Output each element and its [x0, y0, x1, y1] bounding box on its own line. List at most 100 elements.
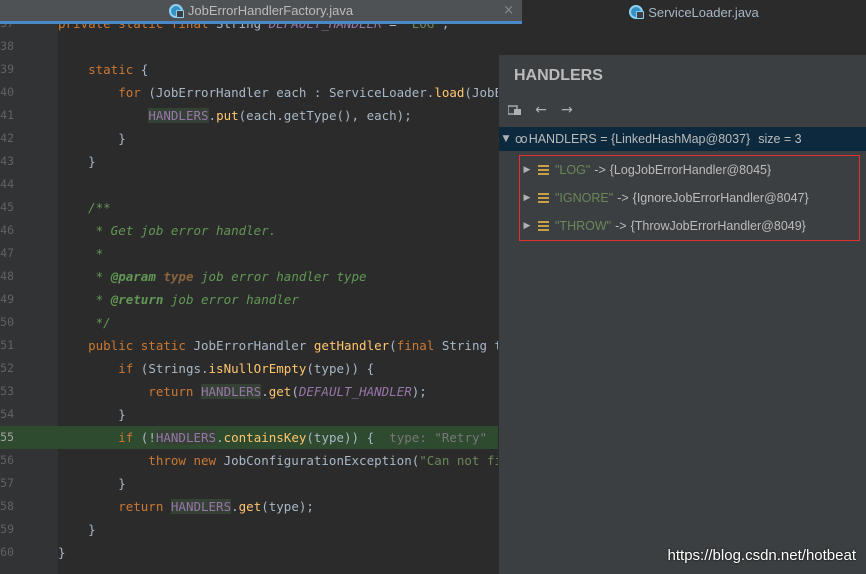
code-text: HANDLERS.put(each.getType(), each); — [58, 104, 412, 127]
line-number[interactable]: 50 — [0, 311, 14, 334]
code-token: (each.getType(), each); — [238, 108, 412, 123]
code-token: DEFAULT_HANDLER — [298, 384, 412, 399]
line-number[interactable]: 58 — [0, 495, 14, 518]
tab-label: JobErrorHandlerFactory.java — [187, 3, 354, 18]
java-class-icon — [629, 5, 645, 19]
code-line[interactable]: 37 private static final String DEFAULT_HA… — [0, 24, 498, 35]
code-line[interactable]: 41 HANDLERS.put(each.getType(), each); — [0, 104, 498, 127]
code-line[interactable]: 50 */ — [0, 311, 498, 334]
code-token: public static — [58, 338, 194, 353]
code-token: String type) — [441, 338, 498, 353]
collapsed-arrow-icon[interactable]: ▶ — [520, 165, 534, 175]
map-entry[interactable]: ▶ "IGNORE" -> {IgnoreJobErrorHandler@8047} — [520, 184, 861, 212]
line-number[interactable]: 45 — [0, 196, 14, 219]
line-number[interactable]: 42 — [0, 127, 14, 150]
line-number[interactable]: 60 — [0, 541, 14, 564]
entry-value: {IgnoreJobErrorHandler@8047} — [632, 191, 809, 205]
forward-arrow-icon[interactable]: → — [559, 102, 575, 118]
code-line[interactable]: 44 — [0, 173, 498, 196]
code-token: * — [58, 292, 111, 307]
line-number[interactable]: 40 — [0, 81, 14, 104]
collapsed-arrow-icon[interactable]: ▶ — [520, 221, 534, 231]
tab-serviceloader[interactable]: ServiceLoader.java — [522, 0, 866, 24]
code-line[interactable]: 43 } — [0, 150, 498, 173]
line-number[interactable]: 53 — [0, 380, 14, 403]
code-token: (JobErrorH — [464, 85, 498, 100]
map-entry[interactable]: ▶ "THROW" -> {ThrowJobErrorHandler@8049} — [520, 212, 861, 240]
map-entry[interactable]: ▶ "LOG" -> {LogJobErrorHandler@8045} — [520, 156, 861, 184]
line-number[interactable]: 44 — [0, 173, 14, 196]
line-number[interactable]: 51 — [0, 334, 14, 357]
expanded-arrow-icon[interactable]: ▼ — [499, 134, 513, 144]
code-line[interactable]: 48 * @param type job error handler type — [0, 265, 498, 288]
collapsed-arrow-icon[interactable]: ▶ — [520, 193, 534, 203]
code-line[interactable]: 58 return HANDLERS.get(type); — [0, 495, 498, 518]
code-line[interactable]: 42 } — [0, 127, 498, 150]
code-line[interactable]: 55 if (!HANDLERS.containsKey(type)) { ty… — [0, 426, 498, 449]
tree-node-handlers[interactable]: ▼ oo HANDLERS = {LinkedHashMap@8037} siz… — [499, 127, 866, 151]
line-number[interactable]: 39 — [0, 58, 14, 81]
code-line[interactable]: 39 static { — [0, 58, 498, 81]
code-line[interactable]: 56 throw new JobConfigurationException("… — [0, 449, 498, 472]
code-text: */ — [58, 311, 111, 334]
code-line[interactable]: 59 } — [0, 518, 498, 541]
code-text: } — [58, 150, 96, 173]
code-text: if (!HANDLERS.containsKey(type)) { type:… — [58, 426, 487, 449]
code-line[interactable]: 40 for (JobErrorHandler each : ServiceLo… — [0, 81, 498, 104]
code-token: "LOG" — [404, 24, 442, 31]
code-token: String — [216, 24, 269, 31]
code-line[interactable]: 57 } — [0, 472, 498, 495]
code-token: return — [58, 499, 171, 514]
line-number[interactable]: 41 — [0, 104, 14, 127]
code-token: . — [208, 108, 217, 123]
code-line[interactable]: 46 * Get job error handler. — [0, 219, 498, 242]
code-token: /** — [58, 200, 111, 215]
code-line[interactable]: 52 if (Strings.isNullOrEmpty(type)) { — [0, 357, 498, 380]
code-token: load — [434, 85, 465, 100]
code-line[interactable]: 54 } — [0, 403, 498, 426]
code-line[interactable]: 47 * — [0, 242, 498, 265]
code-token: ); — [411, 384, 427, 399]
code-token: type — [163, 269, 202, 284]
close-icon[interactable]: × — [503, 3, 514, 18]
code-token: final — [396, 338, 442, 353]
line-number[interactable]: 38 — [0, 35, 14, 58]
watermark: https://blog.csdn.net/hotbeat — [667, 547, 856, 564]
line-number[interactable]: 37 — [0, 24, 14, 35]
code-token: JobErrorHandler — [155, 85, 277, 100]
code-editor[interactable]: 37 private static final String DEFAULT_HA… — [0, 24, 498, 574]
line-number[interactable]: 49 — [0, 288, 14, 311]
code-token: ; — [442, 24, 450, 31]
tab-joberrorhandlerfactory[interactable]: JobErrorHandlerFactory.java × — [0, 0, 522, 24]
line-number[interactable]: 46 — [0, 219, 14, 242]
code-line[interactable]: 53 return HANDLERS.get(DEFAULT_HANDLER); — [0, 380, 498, 403]
line-number[interactable]: 57 — [0, 472, 14, 495]
code-token: : ServiceLoader. — [306, 85, 435, 100]
line-number[interactable]: 48 — [0, 265, 14, 288]
variable-inspector-popup: HANDLERS ← → ▼ oo HANDLERS = {LinkedHash… — [498, 55, 866, 574]
code-text: for (JobErrorHandler each : ServiceLoade… — [58, 81, 498, 104]
code-line[interactable]: 38 — [0, 35, 498, 58]
code-token: } — [58, 545, 66, 560]
code-line[interactable]: 60} — [0, 541, 498, 564]
code-line[interactable]: 45 /** — [0, 196, 498, 219]
code-text: } — [58, 127, 126, 150]
line-number[interactable]: 52 — [0, 357, 14, 380]
code-token: @return — [110, 292, 171, 307]
code-line[interactable]: 49 * @return job error handler — [0, 288, 498, 311]
entry-arrow: -> — [617, 191, 629, 205]
line-number[interactable]: 56 — [0, 449, 14, 472]
editor-tab-bar: JobErrorHandlerFactory.java × ServiceLoa… — [0, 0, 866, 24]
line-number[interactable]: 54 — [0, 403, 14, 426]
line-number[interactable]: 47 — [0, 242, 14, 265]
line-number[interactable]: 55 — [0, 426, 14, 449]
open-in-variables-icon[interactable] — [507, 102, 523, 118]
code-token: * — [58, 269, 111, 284]
code-text: } — [58, 472, 126, 495]
line-number[interactable]: 43 — [0, 150, 14, 173]
back-arrow-icon[interactable]: ← — [533, 102, 549, 118]
code-line[interactable]: 51 public static JobErrorHandler getHand… — [0, 334, 498, 357]
tree-node-size: size = 3 — [758, 132, 802, 146]
line-number[interactable]: 59 — [0, 518, 14, 541]
code-token: } — [58, 154, 96, 169]
